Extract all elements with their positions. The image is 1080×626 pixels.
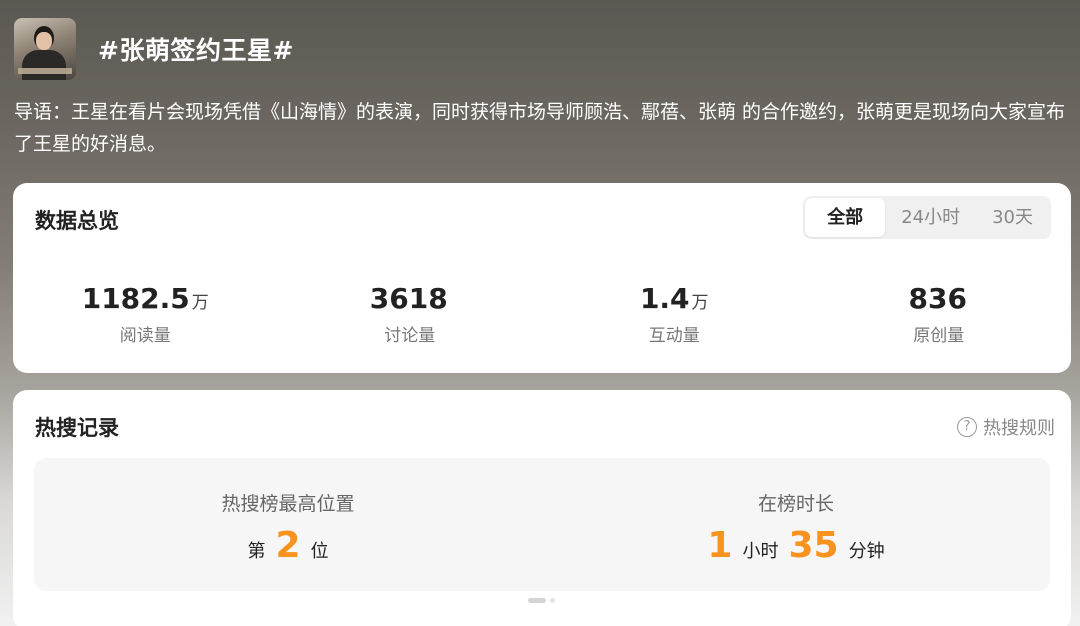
peak-value: 2 bbox=[275, 525, 301, 566]
hot-search-rules-link[interactable]: ? 热搜规则 bbox=[957, 414, 1055, 440]
stat-reads-unit: 万 bbox=[191, 293, 209, 313]
peak-prefix: 第 bbox=[247, 541, 266, 562]
overview-title: 数据总览 bbox=[35, 209, 119, 233]
stat-reads: 1182.5 万 阅读量 bbox=[13, 282, 278, 347]
hot-search-card: 热搜记录 ? 热搜规则 热搜榜最高位置 第 2 位 在榜时长 1 小时 35 分… bbox=[13, 390, 1071, 626]
stat-originals-value: 836 bbox=[908, 282, 967, 315]
stat-discussions: 3618 讨论量 bbox=[278, 282, 543, 347]
peak-position-label: 热搜榜最高位置 bbox=[221, 493, 355, 515]
stat-discussions-value: 3618 bbox=[369, 282, 448, 315]
stat-interactions: 1.4 万 互动量 bbox=[542, 282, 807, 347]
page-indicator bbox=[528, 598, 555, 603]
duration-minutes-unit: 分钟 bbox=[848, 541, 885, 562]
data-overview-card: 数据总览 全部 24小时 30天 1182.5 万 阅读量 3618 讨论量 1.… bbox=[13, 183, 1071, 373]
duration-hours: 1 bbox=[707, 525, 733, 566]
time-on-list: 在榜时长 1 小时 35 分钟 bbox=[542, 458, 1050, 591]
question-circle-icon: ? bbox=[957, 417, 977, 437]
peak-position: 热搜榜最高位置 第 2 位 bbox=[34, 458, 542, 591]
stat-originals: 836 原创量 bbox=[807, 282, 1072, 347]
stat-interactions-unit: 万 bbox=[691, 293, 709, 313]
stat-reads-value: 1182.5 bbox=[81, 282, 190, 315]
hot-search-panel: 热搜榜最高位置 第 2 位 在榜时长 1 小时 35 分钟 bbox=[34, 458, 1050, 591]
page-dot bbox=[550, 598, 555, 603]
stat-reads-label: 阅读量 bbox=[119, 326, 171, 346]
duration-hours-unit: 小时 bbox=[742, 541, 779, 562]
page-dot-active bbox=[528, 598, 546, 603]
tab-30d[interactable]: 30天 bbox=[976, 198, 1049, 237]
stat-interactions-label: 互动量 bbox=[648, 326, 700, 346]
topic-title: #张萌签约王星# bbox=[98, 36, 294, 65]
time-range-tabs: 全部 24小时 30天 bbox=[803, 196, 1051, 239]
peak-suffix: 位 bbox=[310, 541, 329, 562]
time-on-list-label: 在榜时长 bbox=[757, 493, 834, 515]
tab-all[interactable]: 全部 bbox=[805, 198, 886, 237]
hot-search-title: 热搜记录 bbox=[35, 416, 119, 440]
topic-intro: 导语：王星在看片会现场凭借《山海情》的表演，同时获得市场导师顾浩、鄢蓓、张萌 的… bbox=[14, 101, 1066, 155]
stats-row: 1182.5 万 阅读量 3618 讨论量 1.4 万 互动量 836 原创量 bbox=[13, 282, 1072, 347]
topic-avatar[interactable] bbox=[14, 18, 76, 80]
duration-minutes: 35 bbox=[788, 525, 839, 566]
stat-discussions-label: 讨论量 bbox=[384, 326, 436, 346]
tab-24h[interactable]: 24小时 bbox=[885, 198, 976, 237]
topic-header: #张萌签约王星# bbox=[14, 18, 294, 80]
stat-originals-label: 原创量 bbox=[913, 326, 965, 346]
rules-label: 热搜规则 bbox=[983, 418, 1055, 439]
stat-interactions-value: 1.4 bbox=[639, 282, 690, 315]
